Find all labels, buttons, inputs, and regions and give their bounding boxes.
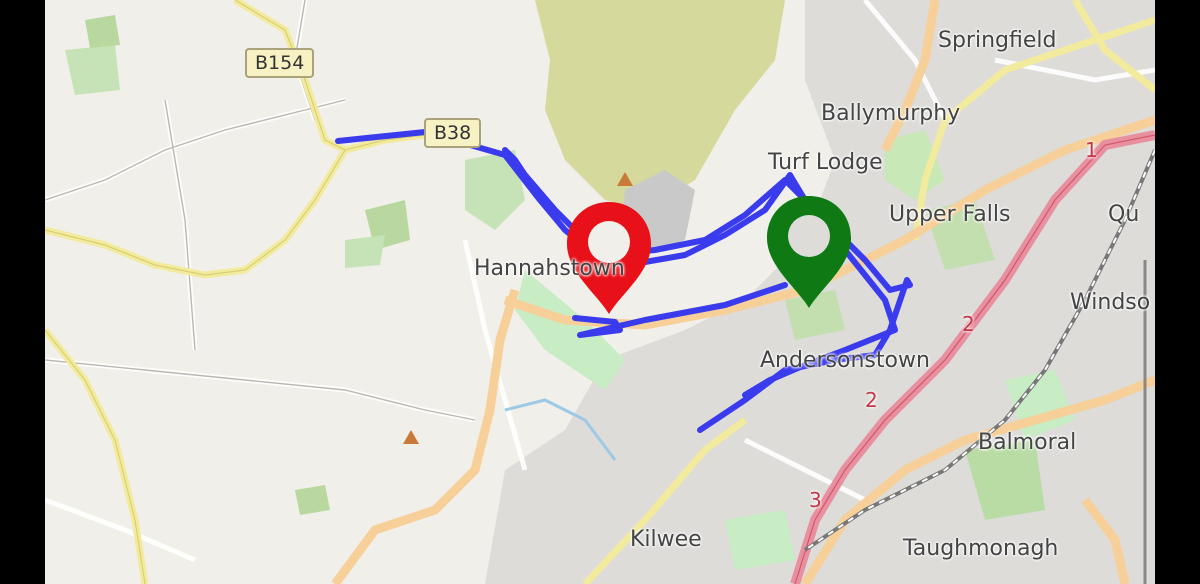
map-view[interactable]: B154 B38 2 2 1 3 Springfield Ballymurphy… [45,0,1155,584]
map-canvas[interactable] [45,0,1155,584]
place-label-upper-falls: Upper Falls [889,202,1011,227]
place-label-turf-lodge: Turf Lodge [768,150,883,175]
screen-frame: B154 B38 2 2 1 3 Springfield Ballymurphy… [0,0,1200,584]
route-number-2a: 2 [962,312,975,336]
place-label-hannahstown: Hannahstown [474,256,625,281]
road-shield-b38: B38 [424,118,482,148]
place-label-ballymurphy: Ballymurphy [821,101,961,126]
place-label-andersonstown: Andersonstown [760,348,930,373]
route-number-1: 1 [1085,138,1098,162]
place-label-windsor: Windso [1070,290,1151,315]
route-number-3: 3 [809,488,822,512]
place-label-qu: Qu [1108,202,1140,227]
place-label-taughmonagh: Taughmonagh [903,536,1059,561]
place-label-balmoral: Balmoral [978,430,1077,455]
place-label-springfield: Springfield [938,28,1057,53]
route-number-2b: 2 [865,388,878,412]
place-label-kilwee: Kilwee [630,527,702,552]
road-shield-b154: B154 [245,48,315,78]
